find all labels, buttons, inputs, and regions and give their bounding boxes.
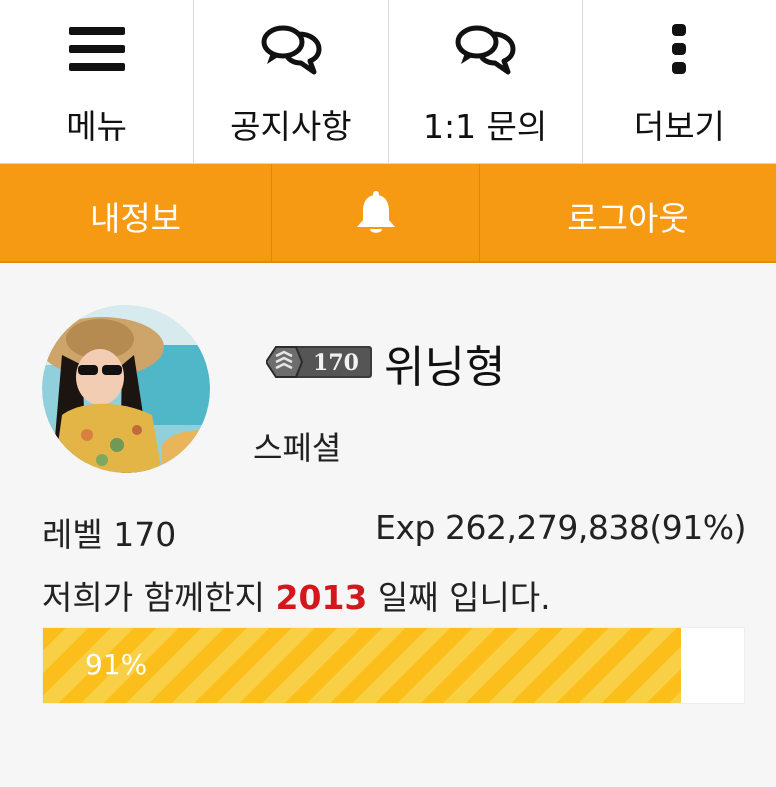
level-badge-icon: 170 — [266, 346, 372, 378]
action-bar: 내정보 로그아웃 — [0, 164, 776, 263]
nav-more-button[interactable]: 더보기 — [583, 0, 776, 163]
level-badge-number: 170 — [313, 350, 359, 376]
nav-menu-button[interactable]: 메뉴 — [0, 0, 195, 163]
bell-icon — [356, 191, 395, 233]
hamburger-menu-icon — [68, 27, 125, 71]
vertical-dots-icon — [672, 24, 687, 74]
chat-bubbles-icon — [261, 25, 322, 75]
logout-button[interactable]: 로그아웃 — [480, 164, 776, 261]
exp-progress-bar: 91% — [42, 627, 745, 704]
exp-text: Exp 262,279,838(91%) — [375, 508, 746, 547]
days-prefix: 저희가 함께한지 — [42, 578, 266, 617]
member-grade: 스페셜 — [253, 429, 342, 467]
logout-label: 로그아웃 — [567, 199, 689, 238]
nickname: 위닝형 — [384, 342, 506, 393]
nav-inquiry-label: 1:1 문의 — [422, 107, 548, 146]
nav-notice-label: 공지사항 — [230, 107, 352, 146]
notification-button[interactable] — [272, 164, 480, 261]
nav-inquiry-button[interactable]: 1:1 문의 — [389, 0, 583, 163]
days-suffix: 일째 입니다. — [377, 578, 551, 617]
nav-menu-label: 메뉴 — [66, 107, 127, 146]
level-text: 레벨 170 — [42, 515, 177, 554]
my-info-button[interactable]: 내정보 — [0, 164, 272, 261]
nav-notice-button[interactable]: 공지사항 — [194, 0, 389, 163]
profile-panel: 170 위닝형 스페셜 레벨 170 Exp 262,279,838(91%) … — [0, 263, 776, 787]
level-exp-row: 레벨 170 Exp 262,279,838(91%) — [42, 508, 746, 554]
days-count: 2013 — [275, 578, 368, 617]
avatar[interactable] — [42, 305, 210, 473]
days-together-text: 저희가 함께한지 2013 일째 입니다. — [42, 571, 551, 619]
nav-more-label: 더보기 — [633, 107, 725, 146]
exp-progress-label: 91% — [85, 648, 148, 681]
my-info-label: 내정보 — [89, 199, 182, 238]
top-navigation: 메뉴 공지사항 1:1 문의 더보기 — [0, 0, 776, 164]
chat-bubbles-icon — [455, 25, 516, 75]
